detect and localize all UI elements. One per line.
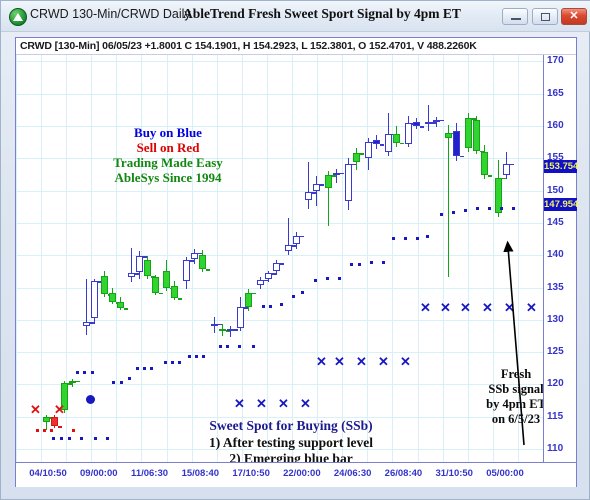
time-tick-label: 22/00:00 [283, 468, 321, 479]
price-tick-label: 125 [547, 346, 564, 358]
legend-line-trading-made-easy: Trading Made Easy [113, 155, 223, 170]
price-axis[interactable]: 170 165 160 155 150 145 140 135 130 125 120 115 110 1… [543, 55, 578, 462]
minimize-button[interactable] [502, 8, 528, 25]
price-tick-label: 115 [547, 410, 564, 422]
time-tick-label: 04/10:50 [29, 468, 67, 479]
quote-header-bar: CRWD [130-Min] 06/05/23 +1.8001 C 154.19… [16, 38, 576, 55]
price-tag-stop-level[interactable]: 147.954 [544, 197, 578, 211]
time-tick-label: 24/06:30 [333, 468, 372, 479]
price-tick-label: 120 [547, 378, 564, 390]
ssb-annotation: Sweet Spot for Buying (SSb) 1) After tes… [171, 418, 411, 462]
quote-header-text: CRWD [130-Min] 06/05/23 +1.8001 C 154.19… [20, 40, 477, 52]
price-tag-last-price[interactable]: 153.754 [544, 160, 578, 174]
fresh-signal-line-1: Fresh [500, 367, 532, 381]
ssb-annotation-title: Sweet Spot for Buying (SSb) [209, 418, 373, 433]
chart-plot-area[interactable]: ✕ ✕ ✕ ✕ ✕ ✕ ✕ ✕ ✕ ✕ ✕ ✕ ✕ ✕ ✕ ✕ ✕ Buy on Blue Sell on Re… [16, 55, 543, 462]
price-tick-label: 150 [547, 184, 564, 196]
window-symbol-title: CRWD 130-Min/CRWD Daily [30, 7, 191, 21]
time-tick-label: 11/06:30 [131, 468, 169, 479]
close-button[interactable]: ✕ [561, 8, 587, 25]
price-tick-label: 165 [547, 87, 564, 99]
time-tick-label: 17/10:50 [232, 468, 270, 479]
price-tick-label: 145 [547, 216, 564, 228]
fresh-signal-line-2: SSb signal [488, 382, 543, 396]
time-axis[interactable]: 04/10:50 09/00:00 11/06:30 15/08:40 17/10:50… [16, 462, 576, 487]
fresh-signal-annotation: Fresh SSb signal by 4pm ET on 6/5/23 [479, 367, 543, 427]
maximize-icon [541, 13, 550, 21]
price-tick-label: 170 [547, 55, 564, 67]
price-tick-label: 110 [547, 443, 564, 455]
time-tick-label: 05/00:00 [486, 468, 524, 479]
price-tick-label: 130 [547, 313, 564, 325]
legend-line-ablesys-since: AbleSys Since 1994 [114, 170, 222, 185]
ssb-annotation-line-2: 2) Emerging blue bar [229, 451, 353, 462]
legend-line-sell-on-red: Sell on Red [136, 140, 200, 155]
price-tick-label: 140 [547, 249, 564, 261]
window-main-title: AbleTrend Fresh Sweet Sport Signal by 4p… [183, 6, 461, 21]
legend-line-buy-on-blue: Buy on Blue [134, 125, 202, 140]
fresh-signal-line-3: by 4pm ET [486, 397, 543, 411]
time-tick-label: 09/00:00 [80, 468, 118, 479]
price-tick-label: 160 [547, 120, 564, 132]
time-tick-label: 15/08:40 [181, 468, 220, 479]
time-tick-label: 26/08:40 [384, 468, 423, 479]
chart-window: CRWD 130-Min/CRWD Daily AbleTrend Fresh … [0, 0, 590, 500]
promo-legend: Buy on Blue Sell on Red Trading Made Eas… [78, 125, 258, 185]
minimize-icon [511, 18, 521, 20]
abletrend-logo-icon [9, 8, 27, 26]
close-icon: ✕ [569, 10, 579, 22]
title-bar: CRWD 130-Min/CRWD Daily AbleTrend Fresh … [1, 1, 590, 32]
price-tick-label: 135 [547, 281, 564, 293]
signal-arrow-icon [503, 240, 525, 446]
maximize-button[interactable] [532, 8, 558, 25]
chart-frame: CRWD [130-Min] 06/05/23 +1.8001 C 154.19… [15, 37, 578, 487]
fresh-signal-line-4: on 6/5/23 [491, 412, 541, 426]
ssb-annotation-line-1: 1) After testing support level [209, 434, 373, 450]
time-tick-label: 31/10:50 [435, 468, 473, 479]
